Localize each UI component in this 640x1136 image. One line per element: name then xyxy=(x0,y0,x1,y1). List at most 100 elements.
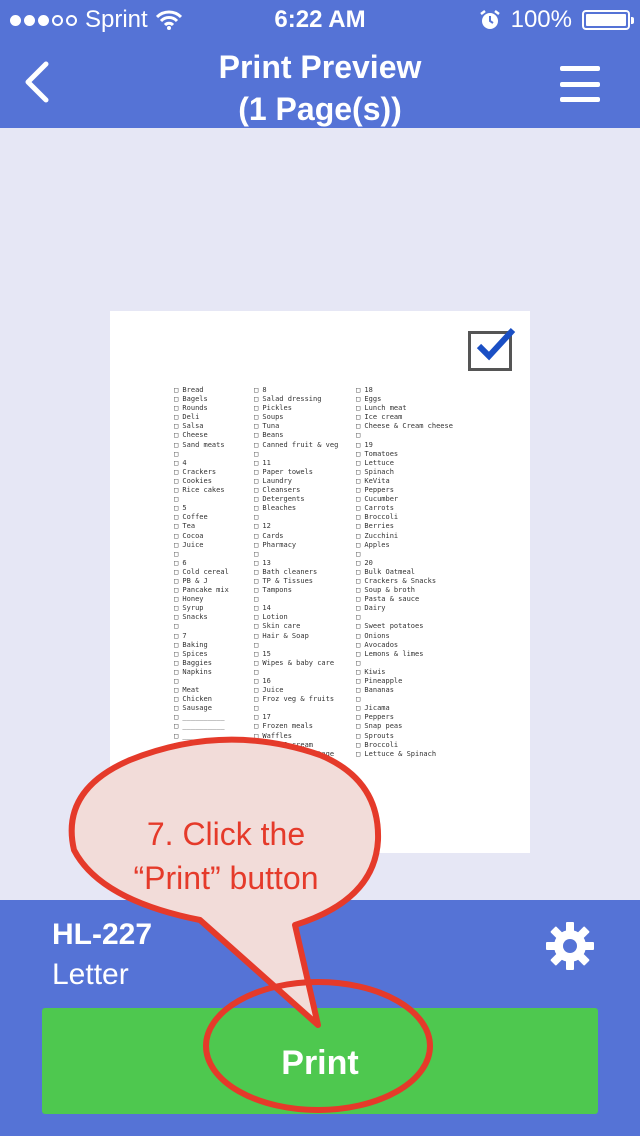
list-item: □ 7 xyxy=(174,631,187,640)
list-item: □ 14 xyxy=(254,604,271,613)
list-item: □ Frozen meals xyxy=(254,722,314,731)
list-item: □ Cleansers xyxy=(254,486,301,495)
list-item: □ Canned fruit & veg xyxy=(254,440,339,449)
print-preview-area: □ Bread □ Bagels □ Rounds □ Deli □ Salsa □ Ch… xyxy=(0,128,640,900)
list-item: □ Salad dressing xyxy=(254,395,322,404)
navigation-bar: Print Preview (1 Page(s)) xyxy=(0,40,640,128)
list-item: □ Waffles xyxy=(254,731,292,740)
list-item: □ Napkins xyxy=(174,667,212,676)
list-item: □ Zucchini xyxy=(356,531,399,540)
list-item: □ xyxy=(174,677,183,685)
list-item: □ Meat xyxy=(174,686,200,695)
list-item: □ xyxy=(356,613,365,622)
list-item: □ Honey xyxy=(174,595,204,604)
gear-icon[interactable] xyxy=(544,920,596,972)
list-item: □ 13 xyxy=(254,558,271,567)
alarm-icon xyxy=(479,10,500,29)
list-item: □ Sweet potatoes xyxy=(356,622,424,631)
list-item: □ Tuna xyxy=(254,422,280,431)
callout-text: 7. Click the “Print” button xyxy=(96,812,356,900)
paper-size: Letter xyxy=(52,958,129,991)
chevron-left-icon[interactable] xyxy=(18,54,68,110)
list-item: □ 8 xyxy=(254,386,267,394)
list-item: □ Crackers & Snacks xyxy=(356,576,437,585)
list-item: □ Chicken xyxy=(174,695,212,704)
list-item: □ xyxy=(254,667,263,676)
printer-name[interactable]: HL-227 xyxy=(52,918,152,952)
list-item: □ xyxy=(356,658,365,667)
list-item: □ Baggies xyxy=(174,658,212,667)
list-item: □ __________ xyxy=(174,740,225,749)
list-item: □ Froz veg & fruits xyxy=(254,695,335,704)
list-item: □ Pickles xyxy=(254,404,292,413)
list-item: □ Bleaches xyxy=(254,504,297,513)
list-item: □ Pasta & sauce xyxy=(356,595,420,604)
list-item: □ Sand meats xyxy=(174,440,225,449)
callout-line-2: “Print” button xyxy=(133,860,319,896)
title-line-2: (1 Page(s)) xyxy=(238,91,402,127)
list-item: □ Snap peas xyxy=(356,722,403,731)
list-item: □ Bagels xyxy=(174,395,208,404)
list-item: □ Spinach xyxy=(356,467,394,476)
list-item: □ xyxy=(174,549,183,558)
list-item: □ xyxy=(174,622,183,631)
list-item: □ Beans xyxy=(254,431,284,440)
list-item: □ Bulk Oatmeal xyxy=(356,567,416,576)
list-item: □ xyxy=(254,449,263,458)
list-item: □ Bananas xyxy=(356,686,394,695)
callout-line-1: 7. Click the xyxy=(146,816,306,852)
list-item: □ Peppers xyxy=(356,713,394,722)
list-item: □ xyxy=(356,431,365,440)
list-item: □ Rounds xyxy=(174,404,208,413)
list-item: □ Coffee xyxy=(174,513,208,522)
list-item: □ 11 xyxy=(254,458,271,467)
battery-percent: 100% xyxy=(510,6,572,33)
list-item: □ Peppers xyxy=(356,486,394,495)
list-item: □ Soups xyxy=(254,413,284,422)
list-item: □ 4 xyxy=(174,458,187,467)
page-select-checkbox[interactable] xyxy=(468,327,516,371)
list-item: □ 5 xyxy=(174,504,187,513)
list-item: □ Cheese xyxy=(174,431,208,440)
battery-icon xyxy=(582,10,634,30)
list-item: □ Soup & broth xyxy=(356,586,416,595)
list-item: □ Rice cakes xyxy=(174,486,225,495)
list-item: □ Ice cream xyxy=(356,413,403,422)
list-item: □ Tampons xyxy=(254,586,292,595)
list-item: □ Lotion xyxy=(254,613,288,622)
list-item: □ 6 xyxy=(174,558,187,567)
print-button[interactable]: Print xyxy=(42,1008,598,1114)
status-bar: Sprint 6:22 AM 100% xyxy=(0,0,640,40)
list-item: □ Kiwis xyxy=(356,667,386,676)
list-item: □ Broccoli xyxy=(356,513,399,522)
list-item: □ xyxy=(254,704,263,713)
list-item: □ Laundry xyxy=(254,476,292,485)
list-item: □ Sausage xyxy=(174,704,212,713)
list-item: □ Tomatoes xyxy=(356,449,399,458)
list-item: □ Ricotta & Cottage xyxy=(254,749,335,758)
printer-panel: HL-227 Letter Print xyxy=(0,900,640,1136)
list-item: □ Pharmacy xyxy=(254,540,297,549)
list-item: □ Bread xyxy=(174,386,204,394)
list-item: □ 18 xyxy=(356,386,373,394)
list-item: □ Carrots xyxy=(356,504,394,513)
list-item: □ 16 xyxy=(254,677,271,685)
list-item: □ Juice xyxy=(174,540,204,549)
list-item: □ Cookies xyxy=(174,476,212,485)
list-item: □ 20 xyxy=(356,558,373,567)
hamburger-menu-icon[interactable] xyxy=(560,66,600,102)
list-item: □ __________ xyxy=(174,722,225,731)
list-item: □ Dairy xyxy=(356,604,386,613)
list-item: □ xyxy=(356,695,365,704)
page-title: Print Preview (1 Page(s)) xyxy=(120,46,520,130)
list-item: □ PB & J xyxy=(174,576,208,585)
list-item: □ Cards xyxy=(254,531,284,540)
list-item: □ 19 xyxy=(356,440,373,449)
list-item: □ Pancake mix xyxy=(174,586,229,595)
list-item: □ xyxy=(174,449,183,458)
list-item: □ Eggs xyxy=(356,395,382,404)
list-item: □ Syrup xyxy=(174,604,204,613)
list-item: □ Paper towels xyxy=(254,467,314,476)
preview-page[interactable]: □ Bread □ Bagels □ Rounds □ Deli □ Salsa □ Ch… xyxy=(110,311,530,853)
list-item: □ Lunch meat xyxy=(356,404,407,413)
